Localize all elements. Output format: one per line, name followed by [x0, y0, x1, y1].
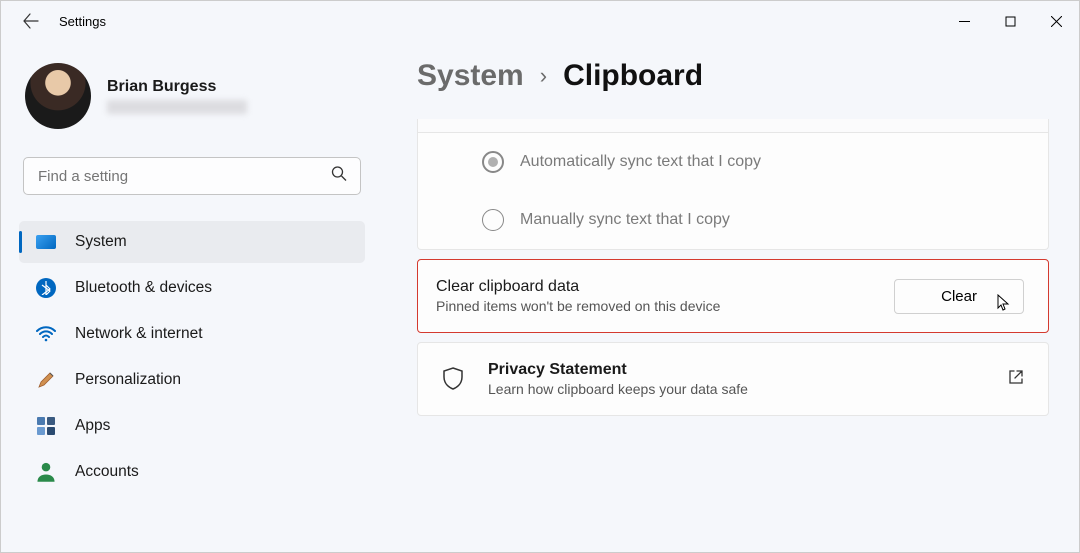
avatar [25, 63, 91, 129]
sidebar-item-label: Accounts [75, 463, 139, 481]
cursor-icon [997, 294, 1011, 316]
clear-button[interactable]: Clear [894, 279, 1024, 314]
clear-clipboard-card: Clear clipboard data Pinned items won't … [417, 259, 1049, 333]
sidebar-item-accounts[interactable]: Accounts [19, 451, 365, 493]
radio-icon [482, 209, 504, 231]
breadcrumb: System › Clipboard [417, 59, 1049, 93]
sidebar-item-apps[interactable]: Apps [19, 405, 365, 447]
sidebar-item-label: Network & internet [75, 325, 203, 343]
sidebar-item-system[interactable]: System [19, 221, 365, 263]
external-link-icon [1008, 369, 1024, 390]
minimize-button[interactable] [941, 1, 987, 41]
maximize-button[interactable] [987, 1, 1033, 41]
search-icon [331, 166, 347, 187]
shield-icon [440, 366, 466, 392]
sync-card: Automatically sync text that I copy Manu… [417, 119, 1049, 250]
radio-icon [482, 151, 504, 173]
arrow-left-icon [23, 13, 39, 29]
clear-button-label: Clear [941, 288, 977, 305]
radio-auto-sync[interactable]: Automatically sync text that I copy [418, 133, 1048, 191]
window-title: Settings [59, 14, 106, 29]
content: System › Clipboard Automatically sync te… [383, 41, 1079, 552]
sidebar-item-bluetooth[interactable]: Bluetooth & devices [19, 267, 365, 309]
person-icon [35, 461, 57, 483]
profile[interactable]: Brian Burgess [19, 63, 365, 129]
system-icon [35, 231, 57, 253]
sidebar-item-personalization[interactable]: Personalization [19, 359, 365, 401]
breadcrumb-parent[interactable]: System [417, 59, 524, 93]
sidebar-item-label: Apps [75, 417, 110, 435]
brush-icon [35, 369, 57, 391]
radio-manual-sync[interactable]: Manually sync text that I copy [418, 191, 1048, 249]
clear-subtitle: Pinned items won't be removed on this de… [436, 298, 720, 314]
sidebar-item-label: Personalization [75, 371, 181, 389]
privacy-title: Privacy Statement [488, 361, 748, 379]
chevron-right-icon: › [540, 63, 547, 89]
back-button[interactable] [17, 7, 45, 35]
radio-label: Automatically sync text that I copy [520, 153, 761, 171]
apps-icon [35, 415, 57, 437]
sidebar-item-label: Bluetooth & devices [75, 279, 212, 297]
clear-title: Clear clipboard data [436, 278, 720, 296]
profile-email-blurred [107, 100, 247, 114]
bluetooth-icon [35, 277, 57, 299]
sync-card-header [418, 119, 1048, 133]
radio-label: Manually sync text that I copy [520, 211, 730, 229]
window-controls [941, 1, 1079, 41]
title-bar: Settings [1, 1, 1079, 41]
search-container [19, 157, 365, 195]
privacy-card[interactable]: Privacy Statement Learn how clipboard ke… [417, 342, 1049, 416]
sidebar-item-label: System [75, 233, 127, 251]
wifi-icon [35, 323, 57, 345]
breadcrumb-current: Clipboard [563, 59, 703, 93]
close-button[interactable] [1033, 1, 1079, 41]
privacy-subtitle: Learn how clipboard keeps your data safe [488, 381, 748, 397]
search-input[interactable] [23, 157, 361, 195]
profile-name: Brian Burgess [107, 78, 247, 96]
nav-list: System Bluetooth & devices Network & int… [19, 221, 365, 493]
sidebar-item-network[interactable]: Network & internet [19, 313, 365, 355]
sidebar: Brian Burgess System Bluetooth & devices… [1, 41, 383, 552]
